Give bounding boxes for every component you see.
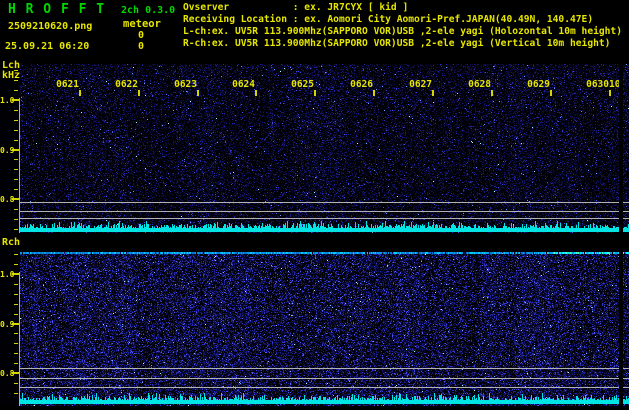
time-tick-label: 0629 — [527, 79, 550, 90]
freq-tick-label: 1.0 — [0, 96, 15, 105]
hrofft-window: H R O F F T 2ch 0.3.0 2509210620.png met… — [0, 0, 629, 410]
freq-tick-label: 0.9 — [0, 146, 15, 155]
time-tick-label: 0627 — [409, 79, 432, 90]
meteor-label: meteor — [123, 18, 161, 30]
freq-tick-label: 1.0 — [0, 270, 15, 279]
time-tick-label: 0626 — [350, 79, 373, 90]
time-tick-label: 0628 — [468, 79, 491, 90]
lch-config-line: L-ch:ex. UV5R 113.900Mhz(SAPPORO VOR)USB… — [183, 26, 622, 37]
freq-tick-label: 0.9 — [0, 320, 15, 329]
version-label: 2ch 0.3.0 — [121, 5, 176, 16]
meteor-count-left: 0 — [138, 30, 145, 41]
meteor-count-right: 0 — [138, 41, 145, 52]
time-tick-label: 0625 — [291, 79, 314, 90]
observer-line: Ovserver : ex. JR7CYX [ kid ] — [183, 2, 409, 13]
freq-tick-label: 0.8 — [0, 369, 15, 378]
rch-spectrogram-canvas — [0, 250, 629, 406]
filename-label: 2509210620.png — [8, 21, 93, 32]
time-tick-label: 0630 — [586, 79, 609, 90]
datetime-label: 25.09.21 06:20 — [5, 41, 90, 52]
rch-label: Rch — [2, 237, 21, 248]
rch-config-line: R-ch:ex. UV5R 113.900Mhz(SAPPORO VOR)USB… — [183, 38, 611, 49]
time-tick-label: 0623 — [174, 79, 197, 90]
time-tick-label-partial: 10 — [609, 79, 619, 90]
time-tick-label: 0621 — [56, 79, 79, 90]
freq-tick-label: 0.8 — [0, 195, 15, 204]
location-line: Receiving Location : ex. Aomori City Aom… — [183, 14, 594, 25]
time-tick-label: 0622 — [115, 79, 138, 90]
time-tick-label: 0624 — [232, 79, 255, 90]
app-title: H R O F F T — [8, 2, 106, 17]
khz-unit-label: kHz — [2, 70, 21, 81]
